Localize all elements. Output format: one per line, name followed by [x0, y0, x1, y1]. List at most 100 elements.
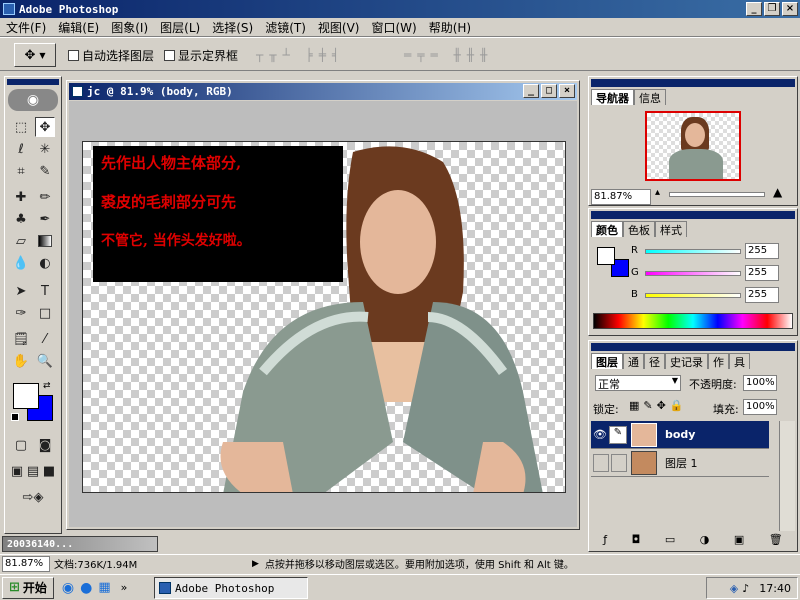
tab-navigator[interactable]: 导航器 [591, 89, 634, 105]
lock-icons-group[interactable]: ▦✎✥🔒 [629, 399, 688, 412]
tab-swatches[interactable]: 色板 [623, 221, 655, 237]
eyedropper-tool-icon[interactable]: ⁄ [35, 329, 55, 349]
adjustment-layer-icon[interactable]: ◑ [700, 533, 710, 549]
hand-tool-icon[interactable]: ✋ [11, 351, 31, 371]
menu-image[interactable]: 图象(I) [105, 19, 154, 36]
new-layer-icon[interactable]: ▣ [734, 533, 744, 549]
doc-close-button[interactable]: × [559, 84, 575, 98]
notes-tool-icon[interactable]: 🗒 [11, 329, 31, 349]
menu-select[interactable]: 选择(S) [206, 19, 259, 36]
restore-button[interactable]: ❐ [764, 2, 780, 16]
start-button[interactable]: ⊞ 开始 [2, 576, 54, 599]
tab-actions[interactable]: 作 [708, 353, 729, 369]
close-button[interactable]: × [782, 2, 798, 16]
navigator-zoom-field[interactable]: 81.87% [591, 189, 651, 205]
status-zoom-field[interactable]: 81.87% [2, 555, 50, 572]
play-icon[interactable]: ▶ [252, 559, 259, 569]
zoom-in-icon[interactable]: ▲ [773, 185, 782, 199]
menu-filter[interactable]: 滤镜(T) [259, 19, 312, 36]
color-spectrum-bar[interactable] [593, 313, 793, 329]
jump-to-imageready-icon[interactable]: ⇨◈ [11, 487, 55, 507]
zoom-tool-icon[interactable]: 🔍 [35, 351, 55, 371]
blend-mode-select[interactable]: 正常 ▼ [595, 375, 681, 391]
eraser-tool-icon[interactable]: ▱ [11, 231, 31, 251]
adobe-eye-logo[interactable]: ◉ [8, 89, 58, 111]
layer-style-icon[interactable]: ƒ [603, 533, 607, 549]
magic-wand-tool-icon[interactable]: ✳ [35, 139, 55, 159]
tab-channels[interactable]: 通 [623, 353, 644, 369]
dodge-tool-icon[interactable]: ◐ [35, 253, 55, 273]
blur-tool-icon[interactable]: 💧 [11, 253, 31, 273]
document-title-bar[interactable]: jc @ 81.9% (body, RGB) _ □ × [69, 83, 577, 100]
r-value[interactable]: 255 [745, 243, 779, 259]
move-tool-preset[interactable]: ✥ ▼ [14, 43, 56, 67]
menu-file[interactable]: 文件(F) [0, 19, 52, 36]
navigator-zoom-slider[interactable] [669, 192, 765, 197]
quicklaunch-ie-icon[interactable]: ◉ [62, 580, 74, 596]
brush-tool-icon[interactable]: ✏ [35, 187, 55, 207]
shape-tool-icon[interactable]: □ [35, 303, 55, 323]
default-colors-icon[interactable] [11, 413, 19, 421]
clone-stamp-tool-icon[interactable]: ♣ [11, 209, 31, 229]
swap-colors-icon[interactable]: ⇄ [43, 381, 51, 391]
screen-mode-full-menu-icon[interactable]: ▤ [25, 461, 41, 481]
lasso-tool-icon[interactable]: ℓ [11, 139, 31, 159]
color-fg-swatch[interactable] [597, 247, 615, 265]
b-value[interactable]: 255 [745, 287, 779, 303]
b-slider[interactable] [645, 293, 741, 298]
move-tool-icon[interactable]: ✥ [35, 117, 55, 137]
distribute-buttons-group[interactable]: ═╤═ ╫╫╫ [404, 48, 534, 62]
tab-color[interactable]: 颜色 [591, 221, 623, 237]
minimized-document[interactable]: 20036140... [2, 536, 158, 552]
standard-mode-icon[interactable]: ▢ [11, 435, 31, 455]
quicklaunch-desktop-icon[interactable]: ▦ [98, 580, 110, 595]
doc-minimize-button[interactable]: _ [523, 84, 539, 98]
quick-mask-mode-icon[interactable]: ◙ [35, 435, 55, 455]
healing-brush-tool-icon[interactable]: ✚ [11, 187, 31, 207]
quicklaunch-more-icon[interactable]: » [121, 581, 128, 594]
layer-row-body[interactable]: 👁 ✎ body [591, 421, 769, 449]
type-tool-icon[interactable]: T [35, 281, 55, 301]
zoom-out-icon[interactable]: ▴ [655, 187, 660, 198]
tab-info[interactable]: 信息 [634, 89, 666, 105]
opacity-field[interactable]: 100% [743, 375, 777, 391]
align-buttons-group[interactable]: ┬╥┴ ╞╪╡ [256, 48, 386, 62]
canvas-area[interactable]: 先作出人物主体部分, 裘皮的毛刺部分可先 不管它, 当作头发好啦。 [69, 101, 577, 527]
menu-window[interactable]: 窗口(W) [365, 19, 422, 36]
crop-tool-icon[interactable]: ⌗ [11, 161, 31, 181]
add-mask-icon[interactable]: ◘ [632, 533, 641, 549]
foreground-color-swatch[interactable] [13, 383, 39, 409]
tab-layers[interactable]: 图层 [591, 353, 623, 369]
menu-edit[interactable]: 编辑(E) [52, 19, 105, 36]
slice-tool-icon[interactable]: ✎ [35, 161, 55, 181]
path-select-tool-icon[interactable]: ➤ [11, 281, 31, 301]
g-slider[interactable] [645, 271, 741, 276]
eye-icon[interactable]: 👁 [591, 428, 609, 441]
tab-paths[interactable]: 径 [644, 353, 665, 369]
screen-mode-full-icon[interactable]: ■ [41, 461, 57, 481]
visibility-box[interactable] [593, 453, 609, 472]
pen-tool-icon[interactable]: ✑ [11, 303, 31, 323]
menu-help[interactable]: 帮助(H) [423, 19, 477, 36]
history-brush-tool-icon[interactable]: ✒ [35, 209, 55, 229]
delete-layer-icon[interactable]: 🗑 [769, 533, 783, 549]
gradient-tool-icon[interactable] [35, 231, 55, 251]
taskbar-photoshop-item[interactable]: Adobe Photoshop [154, 577, 308, 599]
layer-row-layer1[interactable]: 图层 1 [591, 449, 769, 477]
minimize-button[interactable]: _ [746, 2, 762, 16]
tray-network-icon[interactable]: ◈ [730, 582, 738, 595]
new-set-icon[interactable]: ▭ [665, 533, 675, 549]
status-doc-size[interactable]: 文档:736K/1.94M [54, 556, 252, 571]
menu-view[interactable]: 视图(V) [312, 19, 366, 36]
screen-mode-standard-icon[interactable]: ▣ [9, 461, 25, 481]
doc-maximize-button[interactable]: □ [541, 84, 557, 98]
g-value[interactable]: 255 [745, 265, 779, 281]
tab-history[interactable]: 史记录 [665, 353, 708, 369]
layers-scrollbar[interactable] [779, 421, 795, 531]
tray-volume-icon[interactable]: ♪ [742, 582, 749, 595]
tab-styles[interactable]: 样式 [655, 221, 687, 237]
image-canvas[interactable]: 先作出人物主体部分, 裘皮的毛刺部分可先 不管它, 当作头发好啦。 [82, 141, 566, 493]
auto-select-layer-checkbox[interactable]: 自动选择图层 [68, 47, 154, 64]
menu-layer[interactable]: 图层(L) [154, 19, 206, 36]
quicklaunch-media-icon[interactable]: ● [80, 580, 92, 596]
